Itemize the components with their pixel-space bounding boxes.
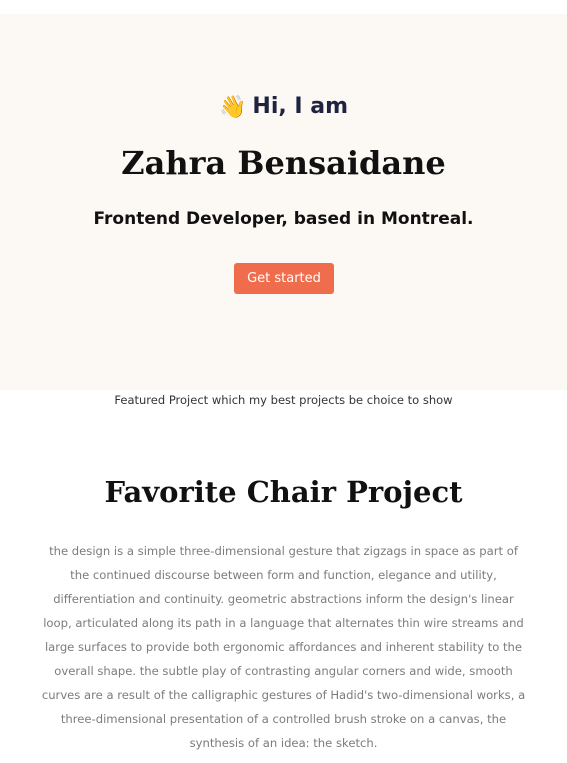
greeting-text: Hi, I am <box>252 94 348 119</box>
hero-section: 👋 Hi, I am Zahra Bensaidane Frontend Dev… <box>0 14 567 390</box>
get-started-button[interactable]: Get started <box>234 263 334 294</box>
developer-name: Zahra Bensaidane <box>121 144 446 182</box>
greeting: 👋 Hi, I am <box>0 94 567 119</box>
developer-role: Frontend Developer, based in Montreal. <box>93 209 474 229</box>
top-spacer <box>0 0 567 14</box>
featured-project-note: Featured Project which my best projects … <box>114 393 453 407</box>
project-title: Favorite Chair Project <box>104 475 463 509</box>
waving-hand-icon: 👋 <box>219 93 247 119</box>
project-description: the design is a simple three-dimensional… <box>41 544 526 750</box>
